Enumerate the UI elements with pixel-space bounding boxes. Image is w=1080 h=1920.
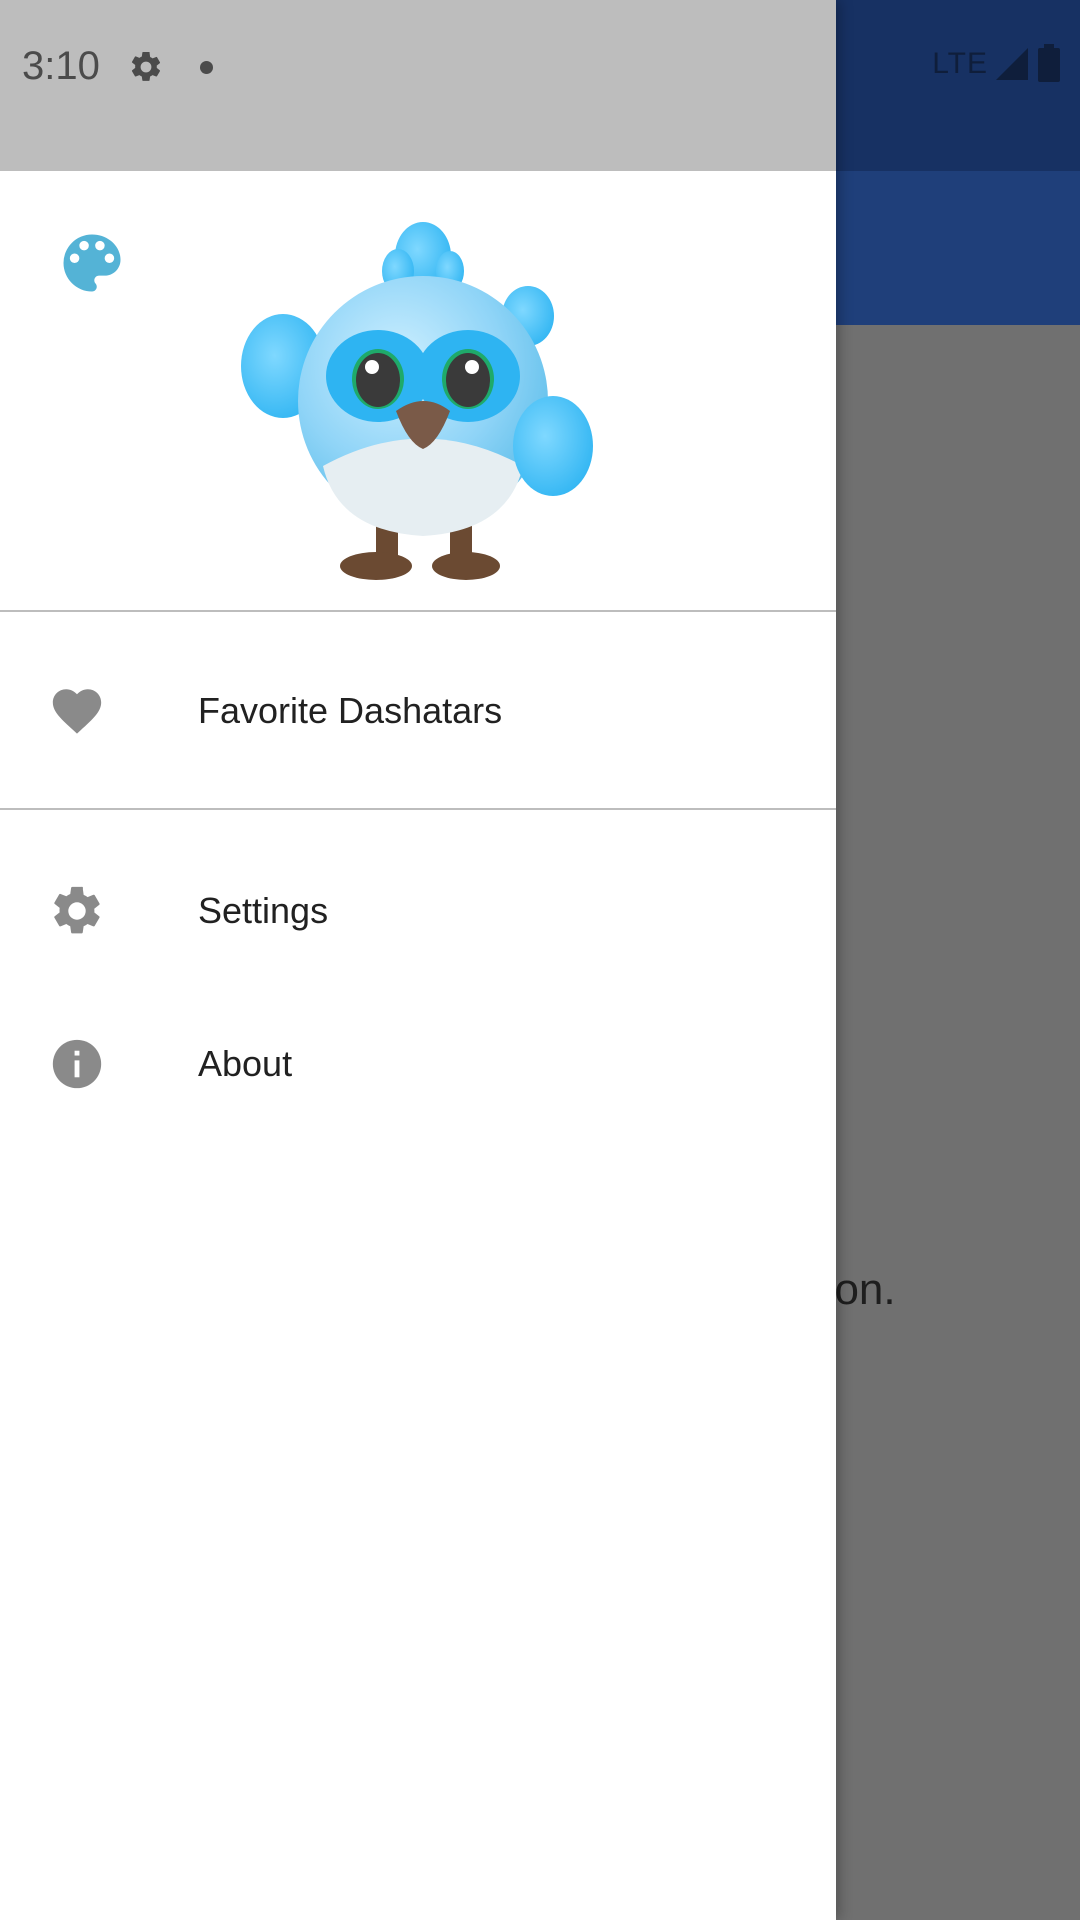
menu-item-about[interactable]: About [0,988,836,1140]
notification-dot [200,61,213,74]
settings-notification-icon [131,51,161,81]
menu-item-label: Settings [198,890,329,931]
palette-icon[interactable] [54,225,130,301]
status-time: 3:10 [22,44,100,88]
info-icon [48,1035,106,1093]
menu-item-label: Favorite Dashatars [198,690,503,731]
menu-item-favorite-dashatars[interactable]: Favorite Dashatars [0,614,836,810]
signal-icon [996,48,1028,80]
gear-icon [48,882,106,940]
heart-icon [48,682,106,740]
drawer-header [0,171,836,612]
network-type: LTE [932,47,988,80]
system-indicators: LTE [932,44,1062,84]
menu-item-settings[interactable]: Settings [0,835,836,987]
battery-icon [1038,44,1060,82]
menu-item-label: About [198,1043,293,1084]
navigation-drawer: 3:10 Favorite Dashatars Settings About [0,0,836,1920]
dash-mascot [241,222,593,580]
status-bar: 3:10 [0,0,836,171]
